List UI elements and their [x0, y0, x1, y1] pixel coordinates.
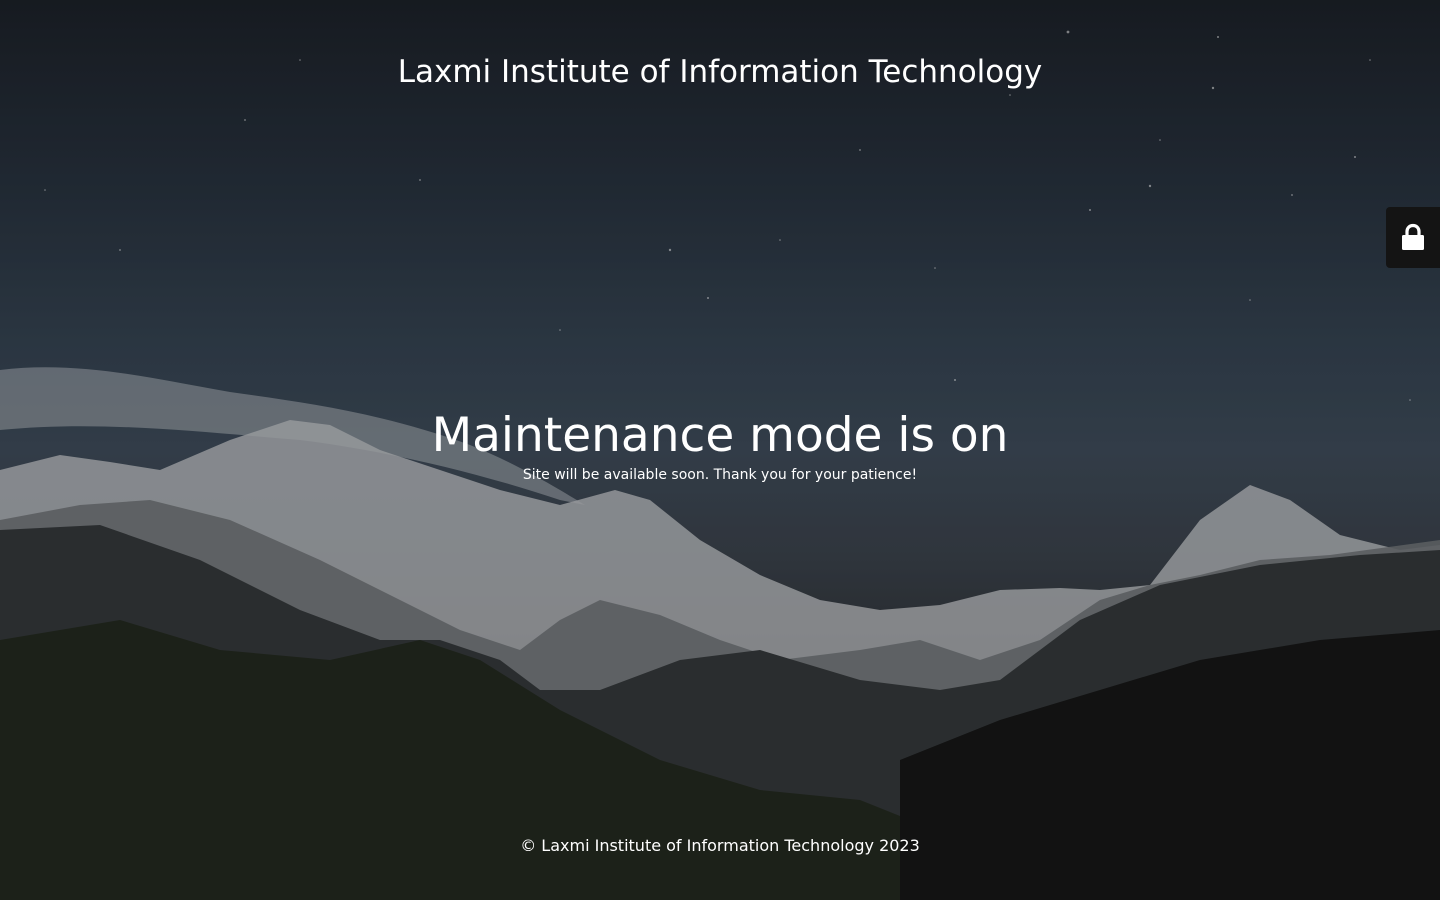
maintenance-headline: Maintenance mode is on [431, 408, 1009, 463]
maintenance-message: Site will be available soon. Thank you f… [522, 467, 918, 483]
footer-copyright: © Laxmi Institute of Information Technol… [520, 836, 920, 855]
site-title: Laxmi Institute of Information Technolog… [397, 54, 1043, 90]
login-button[interactable] [1386, 207, 1440, 268]
maintenance-page: Laxmi Institute of Information Technolog… [0, 0, 1440, 900]
lock-icon [1402, 223, 1424, 250]
